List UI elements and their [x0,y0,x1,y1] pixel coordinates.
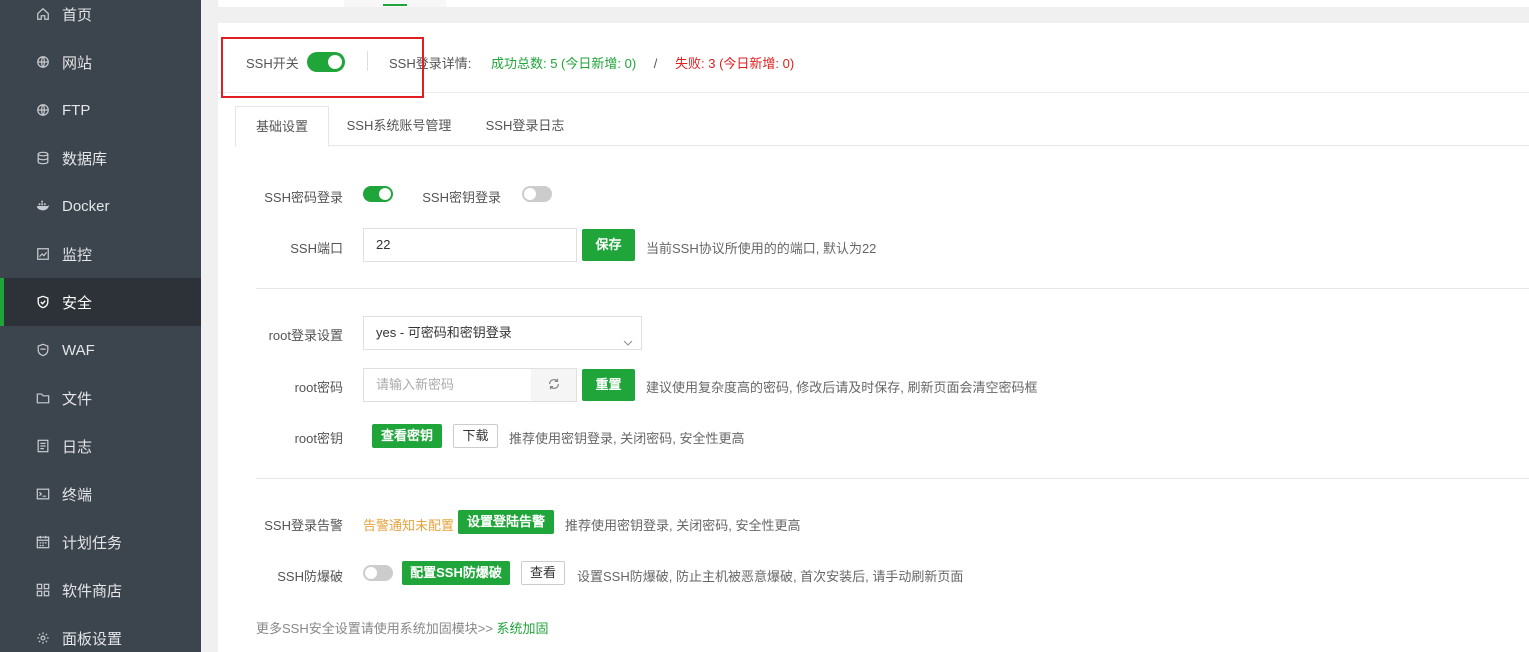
docker-icon [36,199,50,213]
chevron-down-icon [623,328,633,346]
shield-icon [36,343,50,357]
sidebar-item-label: 首页 [62,6,93,24]
alarm-label: SSH登录告警 [264,518,343,533]
sidebar-item-monitor[interactable]: 监控 [0,230,201,278]
system-hardening-link[interactable]: 系统加固 [497,621,549,636]
sidebar-item-label: Docker [62,197,110,215]
database-icon [36,151,50,165]
folder-icon [36,391,50,405]
detail-separator: / [653,56,658,71]
view-key-button[interactable]: 查看密钥 [372,424,442,448]
sidebar-item-label: 终端 [62,486,93,504]
alarm-status: 告警通知未配置 [363,518,455,533]
root-key-label: root密钥 [294,431,343,446]
sidebar-item-label: 日志 [62,438,93,456]
calendar-icon [36,535,50,549]
log-icon [36,439,50,453]
ssh-header: SSH开关 SSH登录详情: 成功总数: 5 (今日新增: 0) / 失败: 3… [218,23,1529,98]
ssh-panel: SSH开关 SSH登录详情: 成功总数: 5 (今日新增: 0) / 失败: 3… [218,23,1529,652]
section-divider [256,478,1529,479]
success-count: 成功总数: 5 (今日新增: 0) [490,56,637,71]
brute-config-button[interactable]: 配置SSH防爆破 [402,561,510,585]
ssh-login-detail: SSH登录详情: 成功总数: 5 (今日新增: 0) / 失败: 3 (今日新增… [389,53,794,72]
alarm-hint: 推荐使用密钥登录, 关闭密码, 安全性更高 [565,518,801,533]
shield-icon [36,295,50,309]
sidebar-item-logs[interactable]: 日志 [0,422,201,470]
root-pwd-hint: 建议使用复杂度高的密码, 修改后请及时保存, 刷新页面会清空密码框 [646,380,1038,395]
globe-icon [36,55,50,69]
sidebar-item-home[interactable]: 首页 [0,0,201,38]
footer-text: 更多SSH安全设置请使用系统加固模块>> [256,621,497,636]
sidebar: 首页 网站 FTP 数据库 Docker 监控 安全 WAF 文件 日志 终端 [0,0,201,652]
sidebar-item-label: 网站 [62,54,93,72]
sidebar-item-label: 计划任务 [62,534,123,552]
sidebar-item-ftp[interactable]: FTP [0,86,201,134]
footer-note: 更多SSH安全设置请使用系统加固模块>> 系统加固 [256,618,549,637]
sidebar-item-security[interactable]: 安全 [0,278,201,326]
sidebar-item-store[interactable]: 软件商店 [0,566,201,614]
sidebar-item-database[interactable]: 数据库 [0,134,201,182]
port-label: SSH端口 [290,241,343,256]
tab-ssh-accounts[interactable]: SSH系统账号管理 [329,106,469,146]
highlight-annotation [221,37,424,98]
refresh-icon [547,377,561,394]
brute-label: SSH防爆破 [277,569,343,584]
brute-hint: 设置SSH防爆破, 防止主机被恶意爆破, 首次安装后, 请手动刷新页面 [577,569,964,584]
key-login-toggle[interactable] [522,186,552,202]
tab-basic-settings[interactable]: 基础设置 [235,106,329,147]
sidebar-item-files[interactable]: 文件 [0,374,201,422]
root-login-label: root登录设置 [268,328,343,343]
password-login-toggle[interactable] [363,186,393,202]
sidebar-item-website[interactable]: 网站 [0,38,201,86]
brute-view-button[interactable]: 查看 [521,561,565,585]
ssh-tabs: 基础设置 SSH系统账号管理 SSH登录日志 [235,106,1529,147]
sidebar-item-label: WAF [62,341,95,359]
sidebar-item-cron[interactable]: 计划任务 [0,518,201,566]
sidebar-item-settings[interactable]: 面板设置 [0,614,201,652]
port-hint: 当前SSH协议所使用的的端口, 默认为22 [646,241,877,256]
root-login-selected: yes - 可密码和密钥登录 [376,325,512,340]
root-pwd-reset-button[interactable]: 重置 [582,369,635,401]
password-login-label: SSH密码登录 [264,190,343,205]
monitor-icon [36,247,50,261]
sidebar-item-terminal[interactable]: 终端 [0,470,201,518]
port-save-button[interactable]: 保存 [582,229,635,261]
sidebar-item-label: 面板设置 [62,630,123,648]
grid-icon [36,583,50,597]
globe-icon [36,103,50,117]
sidebar-item-label: 文件 [62,390,93,408]
download-key-button[interactable]: 下载 [453,424,498,448]
port-input[interactable]: 22 [363,228,577,262]
top-tab-strip [218,0,1529,7]
key-login-label: SSH密钥登录 [422,190,501,205]
fail-count: 失败: 3 (今日新增: 0) [675,56,795,71]
terminal-icon [36,487,50,501]
sidebar-item-label: 数据库 [62,150,108,168]
root-pwd-label: root密码 [294,380,343,395]
gear-icon [36,631,50,645]
sidebar-item-label: 安全 [62,294,93,312]
brute-toggle[interactable] [363,565,393,581]
sidebar-item-label: FTP [62,101,91,119]
root-key-hint: 推荐使用密钥登录, 关闭密码, 安全性更高 [509,431,745,446]
tab-ssh-logs[interactable]: SSH登录日志 [469,106,581,146]
section-divider [256,288,1529,289]
sidebar-item-label: 软件商店 [62,582,123,600]
active-top-tab[interactable] [344,0,446,7]
sidebar-item-waf[interactable]: WAF [0,326,201,374]
root-login-select[interactable]: yes - 可密码和密钥登录 [363,316,642,350]
sidebar-item-docker[interactable]: Docker [0,182,201,230]
alarm-config-button[interactable]: 设置登陆告警 [458,510,554,534]
root-pwd-input[interactable]: 请输入新密码 [363,368,532,402]
generate-password-button[interactable] [531,368,577,402]
sidebar-item-label: 监控 [62,246,93,264]
home-icon [36,7,50,21]
